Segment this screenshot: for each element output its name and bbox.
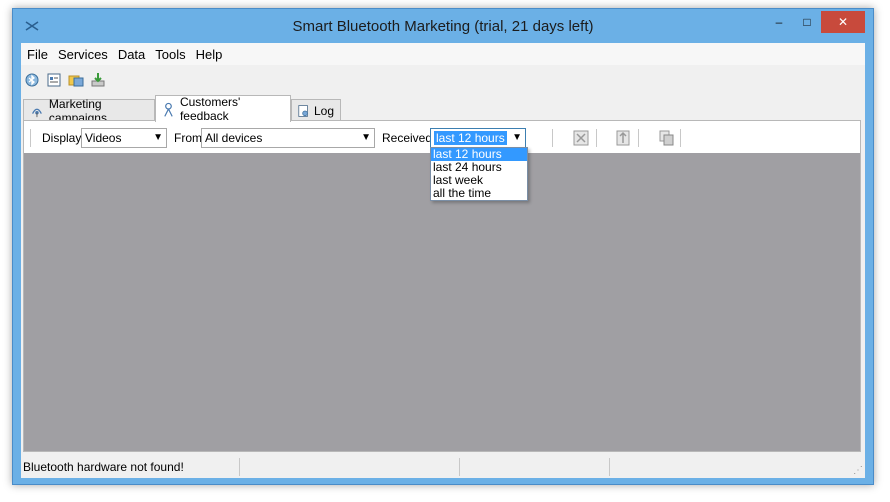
delete-selected-icon[interactable] (572, 129, 590, 147)
separator (30, 129, 31, 147)
feedback-panel: Display Videos ▼ From All devices ▼ Rece… (23, 120, 861, 452)
status-cell (239, 458, 460, 476)
received-select[interactable]: last 12 hours ▼ (430, 128, 526, 148)
minimize-button[interactable]: – (765, 11, 793, 33)
tab-log[interactable]: Log (291, 99, 341, 121)
folder-open-icon[interactable] (67, 71, 85, 89)
tab-marketing-campaigns[interactable]: Marketing campaigns (23, 97, 155, 125)
received-value: last 12 hours (434, 131, 507, 145)
copy-icon[interactable] (658, 129, 676, 147)
toolbar (21, 67, 867, 93)
received-label: Received (382, 131, 433, 145)
antenna-icon (32, 108, 42, 117)
bluetooth-scan-icon[interactable] (23, 71, 41, 89)
chevron-down-icon: ▼ (153, 132, 163, 143)
settings-panel-icon[interactable] (45, 71, 63, 89)
status-bar: Bluetooth hardware not found! ⋰ (21, 455, 865, 478)
chevron-down-icon: ▼ (361, 132, 371, 143)
close-button[interactable]: ✕ (821, 11, 865, 33)
status-cell (609, 458, 851, 476)
separator (552, 129, 553, 147)
menu-bar: File Services Data Tools Help (21, 43, 865, 65)
display-value: Videos (85, 131, 122, 145)
title-bar[interactable]: Smart Bluetooth Marketing (trial, 21 day… (13, 9, 873, 43)
status-message: Bluetooth hardware not found! (21, 458, 240, 476)
log-file-icon (298, 104, 308, 117)
tab-customers-feedback[interactable]: Customers' feedback (155, 95, 291, 123)
from-label: From (174, 131, 202, 145)
tab-strip: Marketing campaigns Customers' feedback … (21, 95, 865, 125)
received-dropdown-list: last 12 hours last 24 hours last week al… (430, 147, 528, 201)
tab-label: Customers' feedback (179, 95, 241, 123)
menu-services[interactable]: Services (54, 47, 112, 62)
window-title: Smart Bluetooth Marketing (trial, 21 day… (292, 18, 594, 35)
app-window: Smart Bluetooth Marketing (trial, 21 day… (12, 8, 874, 485)
tab-label: Log (313, 103, 334, 118)
separator (596, 129, 597, 147)
menu-file[interactable]: File (23, 47, 52, 62)
chevron-down-icon: ▼ (512, 132, 522, 143)
option-all-the-time[interactable]: all the time (431, 187, 527, 200)
menu-tools[interactable]: Tools (151, 47, 189, 62)
display-select[interactable]: Videos ▼ (81, 128, 167, 148)
from-value: All devices (205, 131, 263, 145)
sort-icon[interactable] (614, 129, 632, 147)
separator (680, 129, 681, 147)
from-select[interactable]: All devices ▼ (201, 128, 375, 148)
maximize-button[interactable]: □ (793, 11, 821, 33)
client-area: File Services Data Tools Help Marketing … (21, 43, 865, 478)
status-cell (459, 458, 610, 476)
download-icon[interactable] (89, 71, 107, 89)
separator (638, 129, 639, 147)
display-label: Display (42, 131, 82, 145)
signal-tower-icon (164, 102, 173, 117)
resize-grip-icon[interactable]: ⋰ (853, 465, 863, 476)
menu-data[interactable]: Data (114, 47, 149, 62)
menu-help[interactable]: Help (192, 47, 227, 62)
